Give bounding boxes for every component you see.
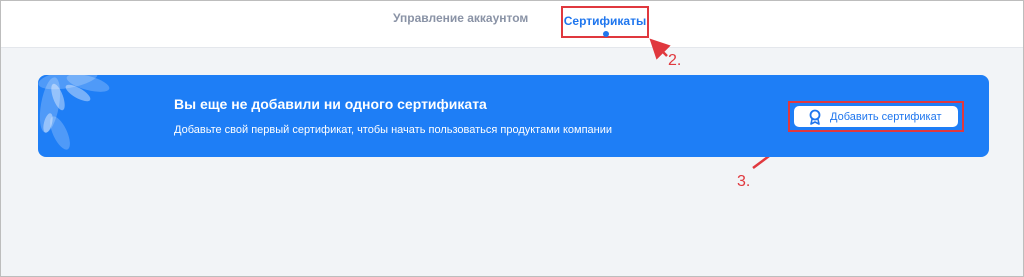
decorative-flower-icon bbox=[38, 75, 110, 150]
tab-certificates[interactable]: Сертификаты bbox=[561, 6, 649, 38]
tab-certificates-label: Сертификаты bbox=[563, 14, 647, 28]
tab-account-management[interactable]: Управление аккаунтом bbox=[393, 11, 528, 25]
add-certificate-label: Добавить сертификат bbox=[830, 110, 942, 123]
app-frame: Управление аккаунтом Сертификаты 2. 3. В… bbox=[0, 0, 1024, 277]
active-tab-indicator bbox=[603, 31, 609, 37]
banner-title: Вы еще не добавили ни одного сертификата bbox=[174, 96, 487, 112]
banner-subtitle: Добавьте свой первый сертификат, чтобы н… bbox=[174, 124, 613, 136]
annotation-step-2: 2. bbox=[668, 52, 682, 69]
top-navigation: Управление аккаунтом Сертификаты bbox=[1, 1, 1023, 48]
add-certificate-highlight: Добавить сертификат bbox=[788, 101, 964, 132]
annotation-step-3: 3. bbox=[737, 173, 751, 190]
award-icon bbox=[809, 109, 821, 125]
add-certificate-button[interactable]: Добавить сертификат bbox=[794, 106, 958, 127]
